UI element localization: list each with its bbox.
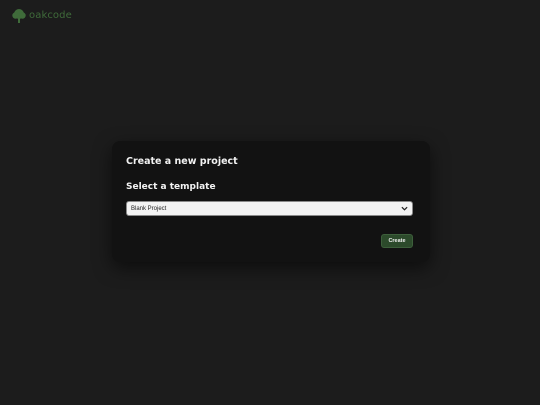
create-project-dialog: Create a new project Select a template B… — [112, 141, 430, 262]
chevron-down-icon — [400, 205, 408, 213]
template-select-value: Blank Project — [131, 205, 167, 212]
dialog-title: Create a new project — [126, 156, 238, 167]
template-label: Select a template — [126, 182, 216, 192]
page: oakcode Create a new project Select a te… — [0, 0, 540, 405]
brand-name: oakcode — [29, 10, 72, 21]
template-select[interactable]: Blank Project — [126, 201, 413, 216]
brand[interactable]: oakcode — [11, 8, 72, 24]
oak-tree-icon — [11, 8, 27, 24]
create-button[interactable]: Create — [381, 234, 413, 248]
